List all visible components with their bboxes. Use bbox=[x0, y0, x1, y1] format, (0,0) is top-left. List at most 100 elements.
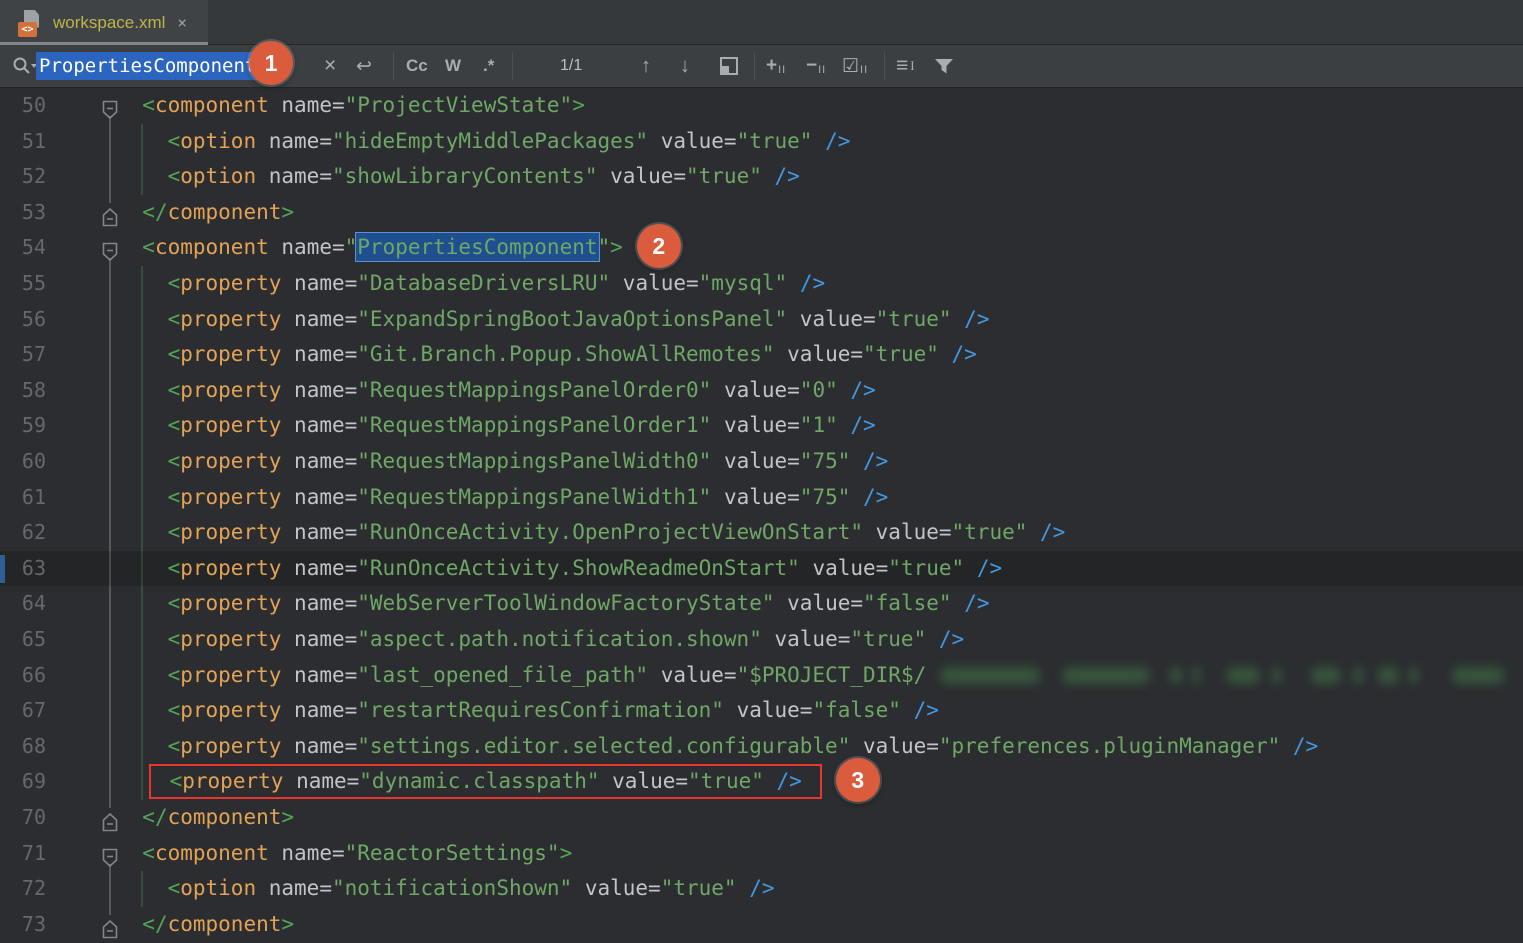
code-line-64[interactable]: 64 <property name="WebServerToolWindowFa… bbox=[0, 586, 1523, 622]
search-query-text: PropertiesComponent bbox=[36, 52, 259, 80]
redacted-text-blob bbox=[1192, 667, 1200, 684]
line-number: 59 bbox=[0, 408, 46, 444]
line-text: <property name="RequestMappingsPanelOrde… bbox=[117, 408, 876, 444]
code-line-56[interactable]: 56 <property name="ExpandSpringBootJavaO… bbox=[0, 302, 1523, 338]
annotation-badge2: 2 bbox=[637, 224, 681, 268]
redacted-text-blob bbox=[940, 667, 1040, 684]
line-number: 55 bbox=[0, 266, 46, 302]
line-number: 69 bbox=[0, 764, 46, 800]
line-number: 63 bbox=[0, 551, 46, 587]
line-number: 67 bbox=[0, 693, 46, 729]
code-line-54[interactable]: 54 <component name="PropertiesComponent"… bbox=[0, 230, 1523, 266]
line-number: 68 bbox=[0, 729, 46, 765]
line-text: <property name="settings.editor.selected… bbox=[117, 729, 1318, 765]
words-toggle[interactable]: W bbox=[445, 45, 461, 87]
line-text: <property name="restartRequiresConfirmat… bbox=[117, 693, 939, 729]
editor-tab-bar: <> workspace.xml × bbox=[0, 0, 1523, 45]
previous-occurrence-button[interactable]: ↑ bbox=[641, 45, 651, 87]
find-bar: PropertiesComponent 1 × ↩ Cc W .* 1/1 ↑ … bbox=[0, 45, 1523, 88]
line-text: </component> bbox=[117, 800, 294, 836]
line-text: <component name="PropertiesComponent">2 bbox=[117, 230, 681, 266]
tab-workspace-xml[interactable]: <> workspace.xml × bbox=[0, 0, 208, 45]
code-line-61[interactable]: 61 <property name="RequestMappingsPanelW… bbox=[0, 480, 1523, 516]
line-text: <property name="RequestMappingsPanelWidt… bbox=[117, 444, 888, 480]
line-number: 62 bbox=[0, 515, 46, 551]
code-line-57[interactable]: 57 <property name="Git.Branch.Popup.Show… bbox=[0, 337, 1523, 373]
code-line-71[interactable]: 71 <component name="ReactorSettings"> bbox=[0, 836, 1523, 872]
line-text: <component name="ProjectViewState"> bbox=[117, 88, 585, 124]
code-line-70[interactable]: 70 </component> bbox=[0, 800, 1523, 836]
match-case-toggle[interactable]: Cc bbox=[406, 45, 428, 87]
code-line-59[interactable]: 59 <property name="RequestMappingsPanelO… bbox=[0, 408, 1523, 444]
clear-search-icon[interactable]: × bbox=[324, 45, 336, 87]
line-text: <option name="notificationShown" value="… bbox=[117, 871, 775, 907]
toolbar-separator bbox=[884, 52, 885, 80]
redacted-text-blob bbox=[1226, 667, 1260, 684]
line-number: 51 bbox=[0, 124, 46, 160]
code-editor[interactable]: 50 <component name="ProjectViewState">51… bbox=[0, 88, 1523, 943]
line-number: 60 bbox=[0, 444, 46, 480]
line-number: 61 bbox=[0, 480, 46, 516]
line-number: 71 bbox=[0, 836, 46, 872]
line-number: 57 bbox=[0, 337, 46, 373]
line-text: <property name="last_opened_file_path" v… bbox=[117, 658, 1504, 694]
redacted-text-blob bbox=[1170, 667, 1182, 684]
ide-window: <> workspace.xml × PropertiesComponent 1… bbox=[0, 0, 1523, 943]
line-text: <property name="RunOnceActivity.OpenProj… bbox=[117, 515, 1065, 551]
line-number: 72 bbox=[0, 871, 46, 907]
line-text: <property name="RunOnceActivity.ShowRead… bbox=[117, 551, 1002, 587]
code-line-67[interactable]: 67 <property name="restartRequiresConfir… bbox=[0, 693, 1523, 729]
line-text: <property name="RequestMappingsPanelOrde… bbox=[117, 373, 876, 409]
code-line-55[interactable]: 55 <property name="DatabaseDriversLRU" v… bbox=[0, 266, 1523, 302]
match-count: 1/1 bbox=[560, 45, 582, 87]
toolbar-separator bbox=[512, 52, 513, 80]
redacted-text-blob bbox=[1452, 667, 1504, 684]
line-number: 70 bbox=[0, 800, 46, 836]
redacted-text-blob bbox=[1311, 667, 1341, 684]
search-options-icon[interactable]: ≡I bbox=[896, 45, 915, 87]
line-number: 66 bbox=[0, 658, 46, 694]
code-line-51[interactable]: 51 <option name="hideEmptyMiddlePackages… bbox=[0, 124, 1523, 160]
code-line-73[interactable]: 73 </component> bbox=[0, 907, 1523, 943]
line-text: <component name="ReactorSettings"> bbox=[117, 836, 572, 872]
next-occurrence-button[interactable]: ↓ bbox=[680, 45, 690, 87]
code-line-62[interactable]: 62 <property name="RunOnceActivity.OpenP… bbox=[0, 515, 1523, 551]
code-line-65[interactable]: 65 <property name="aspect.path.notificat… bbox=[0, 622, 1523, 658]
select-all-occurrences-button[interactable]: ☑II bbox=[842, 45, 868, 87]
line-number: 56 bbox=[0, 302, 46, 338]
code-line-52[interactable]: 52 <option name="showLibraryContents" va… bbox=[0, 159, 1523, 195]
line-number: 50 bbox=[0, 88, 46, 124]
line-text: <property name="dynamic.classpath" value… bbox=[117, 764, 880, 800]
code-line-50[interactable]: 50 <component name="ProjectViewState"> bbox=[0, 88, 1523, 124]
code-line-63[interactable]: 63 <property name="RunOnceActivity.ShowR… bbox=[0, 551, 1523, 587]
redacted-text-blob bbox=[1353, 667, 1363, 684]
search-icon[interactable] bbox=[10, 45, 38, 87]
line-text: </component> bbox=[117, 907, 294, 943]
remove-occurrence-button[interactable]: −II bbox=[806, 45, 826, 87]
line-number: 54 bbox=[0, 230, 46, 266]
code-line-66[interactable]: 66 <property name="last_opened_file_path… bbox=[0, 658, 1523, 694]
find-in-selection-icon[interactable] bbox=[717, 45, 741, 87]
line-number: 53 bbox=[0, 195, 46, 231]
redacted-text-blob bbox=[1409, 667, 1418, 684]
newline-icon[interactable]: ↩ bbox=[356, 45, 372, 87]
search-input[interactable]: PropertiesComponent bbox=[36, 45, 259, 87]
line-number: 58 bbox=[0, 373, 46, 409]
code-line-72[interactable]: 72 <option name="notificationShown" valu… bbox=[0, 871, 1523, 907]
add-occurrence-button[interactable]: +II bbox=[766, 45, 786, 87]
line-text: <property name="aspect.path.notification… bbox=[117, 622, 964, 658]
code-line-53[interactable]: 53 </component> bbox=[0, 195, 1523, 231]
tab-close-icon[interactable]: × bbox=[177, 13, 187, 32]
fold-end-icon[interactable] bbox=[102, 915, 118, 943]
code-line-60[interactable]: 60 <property name="RequestMappingsPanelW… bbox=[0, 444, 1523, 480]
filter-icon[interactable] bbox=[932, 45, 956, 87]
annotation-badge3: 3 bbox=[836, 758, 880, 802]
code-line-68[interactable]: 68 <property name="settings.editor.selec… bbox=[0, 729, 1523, 765]
regex-toggle[interactable]: .* bbox=[483, 45, 494, 87]
code-line-58[interactable]: 58 <property name="RequestMappingsPanelO… bbox=[0, 373, 1523, 409]
redacted-text-blob bbox=[1272, 667, 1281, 684]
code-line-69[interactable]: 69 <property name="dynamic.classpath" va… bbox=[0, 764, 1523, 800]
annotation-badge-1: 1 bbox=[249, 41, 293, 85]
toolbar-separator bbox=[754, 52, 755, 80]
line-text: <property name="DatabaseDriversLRU" valu… bbox=[117, 266, 825, 302]
